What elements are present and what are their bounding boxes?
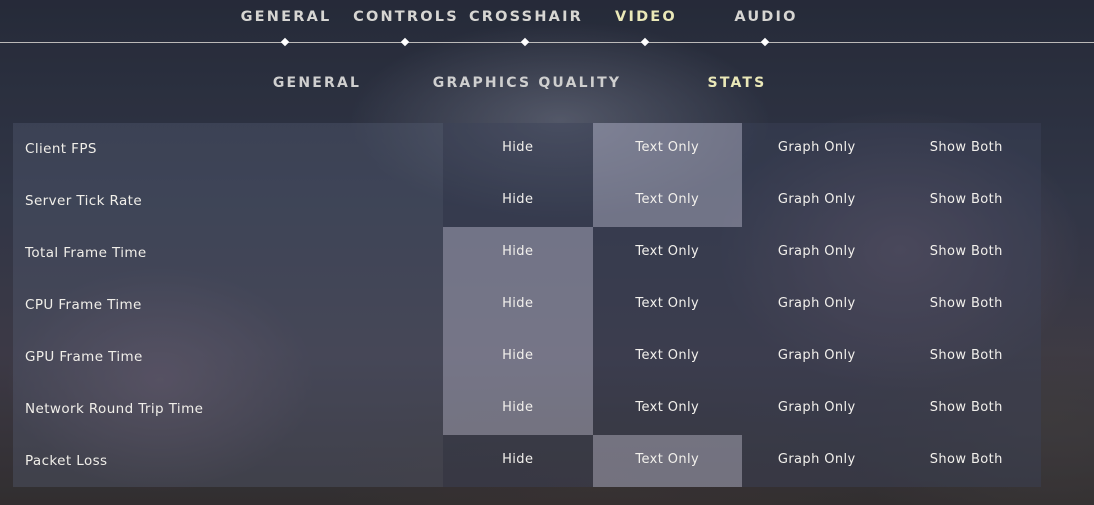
stat-label-cell: Network Round Trip Time	[13, 383, 443, 435]
option-label: Text Only	[635, 400, 700, 415]
sub-nav: GENERAL GRAPHICS QUALITY STATS	[0, 70, 1094, 98]
top-tab-general[interactable]: GENERAL	[216, 0, 356, 46]
option-hide[interactable]: Hide	[443, 175, 593, 227]
option-text-only[interactable]: Text Only	[592, 279, 742, 331]
option-graph-only[interactable]: Graph Only	[742, 383, 892, 435]
option-show-both[interactable]: Show Both	[891, 331, 1041, 383]
stat-label: Server Tick Rate	[25, 193, 143, 209]
top-tab-label: CROSSHAIR	[468, 9, 584, 25]
top-tab-label: AUDIO	[734, 9, 798, 25]
stat-row-network-round-trip-time: Network Round Trip Time Hide Text Only G…	[13, 383, 1041, 435]
option-label: Hide	[502, 452, 534, 467]
top-tab-label: VIDEO	[615, 9, 677, 25]
option-label: Graph Only	[777, 400, 856, 415]
stat-label: Network Round Trip Time	[25, 401, 204, 417]
stat-row-cpu-frame-time: CPU Frame Time Hide Text Only Graph Only…	[13, 279, 1041, 331]
stat-label-cell: GPU Frame Time	[13, 331, 443, 383]
option-graph-only[interactable]: Graph Only	[742, 331, 892, 383]
option-graph-only[interactable]: Graph Only	[742, 279, 892, 331]
stat-label: Packet Loss	[25, 453, 108, 469]
top-tab-audio[interactable]: AUDIO	[696, 0, 836, 46]
stat-label: Total Frame Time	[25, 245, 147, 261]
option-text-only[interactable]: Text Only	[592, 227, 742, 279]
option-show-both[interactable]: Show Both	[891, 175, 1041, 227]
option-text-only[interactable]: Text Only	[592, 435, 742, 487]
stat-row-client-fps: Client FPS Hide Text Only Graph Only Sho…	[13, 123, 1041, 175]
stat-label-cell: Client FPS	[13, 123, 443, 175]
top-tab-crosshair[interactable]: CROSSHAIR	[456, 0, 596, 46]
option-label: Graph Only	[777, 452, 856, 467]
stat-label-cell: Total Frame Time	[13, 227, 443, 279]
option-label: Hide	[502, 348, 534, 363]
option-label: Show Both	[929, 192, 1003, 207]
top-nav: GENERAL CONTROLS CROSSHAIR VIDEO AUDIO	[0, 0, 1094, 46]
option-label: Graph Only	[777, 140, 856, 155]
stat-label: GPU Frame Time	[25, 349, 143, 365]
stat-label-cell: Server Tick Rate	[13, 175, 443, 227]
sub-tab-graphics-quality[interactable]: GRAPHICS QUALITY	[417, 70, 637, 96]
stat-row-packet-loss: Packet Loss Hide Text Only Graph Only Sh…	[13, 435, 1041, 487]
stat-row-total-frame-time: Total Frame Time Hide Text Only Graph On…	[13, 227, 1041, 279]
option-label: Hide	[502, 400, 534, 415]
option-label: Graph Only	[777, 244, 856, 259]
sub-tab-general[interactable]: GENERAL	[207, 70, 427, 96]
option-label: Text Only	[635, 244, 700, 259]
option-text-only[interactable]: Text Only	[592, 331, 742, 383]
option-hide[interactable]: Hide	[443, 331, 593, 383]
option-label: Show Both	[929, 140, 1003, 155]
option-graph-only[interactable]: Graph Only	[742, 227, 892, 279]
option-graph-only[interactable]: Graph Only	[742, 435, 892, 487]
top-tab-controls[interactable]: CONTROLS	[336, 0, 476, 46]
stat-label: CPU Frame Time	[25, 297, 142, 313]
option-label: Text Only	[635, 348, 700, 363]
option-label: Graph Only	[777, 348, 856, 363]
option-label: Text Only	[635, 296, 700, 311]
option-label: Text Only	[635, 452, 700, 467]
option-show-both[interactable]: Show Both	[891, 279, 1041, 331]
option-label: Graph Only	[777, 192, 856, 207]
stat-label-cell: CPU Frame Time	[13, 279, 443, 331]
stat-row-server-tick-rate: Server Tick Rate Hide Text Only Graph On…	[13, 175, 1041, 227]
option-text-only[interactable]: Text Only	[592, 383, 742, 435]
option-label: Show Both	[929, 244, 1003, 259]
option-show-both[interactable]: Show Both	[891, 227, 1041, 279]
option-hide[interactable]: Hide	[443, 435, 593, 487]
option-label: Hide	[502, 296, 534, 311]
option-label: Show Both	[929, 400, 1003, 415]
option-hide[interactable]: Hide	[443, 383, 593, 435]
option-hide[interactable]: Hide	[443, 123, 593, 175]
option-label: Text Only	[635, 192, 700, 207]
option-show-both[interactable]: Show Both	[891, 435, 1041, 487]
stat-label-cell: Packet Loss	[13, 435, 443, 487]
stats-table: Client FPS Hide Text Only Graph Only Sho…	[13, 123, 1041, 487]
option-graph-only[interactable]: Graph Only	[742, 175, 892, 227]
option-show-both[interactable]: Show Both	[891, 123, 1041, 175]
stat-row-gpu-frame-time: GPU Frame Time Hide Text Only Graph Only…	[13, 331, 1041, 383]
option-label: Show Both	[929, 452, 1003, 467]
option-label: Hide	[502, 140, 534, 155]
option-show-both[interactable]: Show Both	[891, 383, 1041, 435]
option-label: Graph Only	[777, 296, 856, 311]
top-tab-label: GENERAL	[240, 9, 332, 25]
option-text-only[interactable]: Text Only	[592, 123, 742, 175]
top-tab-video[interactable]: VIDEO	[576, 0, 716, 46]
sub-tab-stats[interactable]: STATS	[627, 70, 847, 96]
top-tab-label: CONTROLS	[353, 9, 459, 25]
option-label: Show Both	[929, 348, 1003, 363]
option-label: Hide	[502, 192, 534, 207]
option-label: Text Only	[635, 140, 700, 155]
stat-label: Client FPS	[25, 141, 97, 157]
option-graph-only[interactable]: Graph Only	[742, 123, 892, 175]
option-label: Hide	[502, 244, 534, 259]
option-hide[interactable]: Hide	[443, 279, 593, 331]
option-text-only[interactable]: Text Only	[592, 175, 742, 227]
option-hide[interactable]: Hide	[443, 227, 593, 279]
option-label: Show Both	[929, 296, 1003, 311]
